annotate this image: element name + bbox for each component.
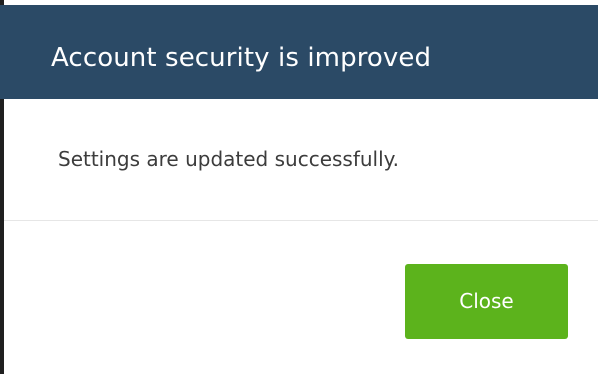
- close-button[interactable]: Close: [405, 264, 568, 339]
- success-dialog: Account security is improved Settings ar…: [0, 0, 598, 374]
- dialog-title: Account security is improved: [51, 43, 432, 73]
- dialog-header: Account security is improved: [0, 5, 598, 99]
- dialog-message: Settings are updated successfully.: [58, 147, 400, 171]
- dialog-divider: [4, 220, 598, 221]
